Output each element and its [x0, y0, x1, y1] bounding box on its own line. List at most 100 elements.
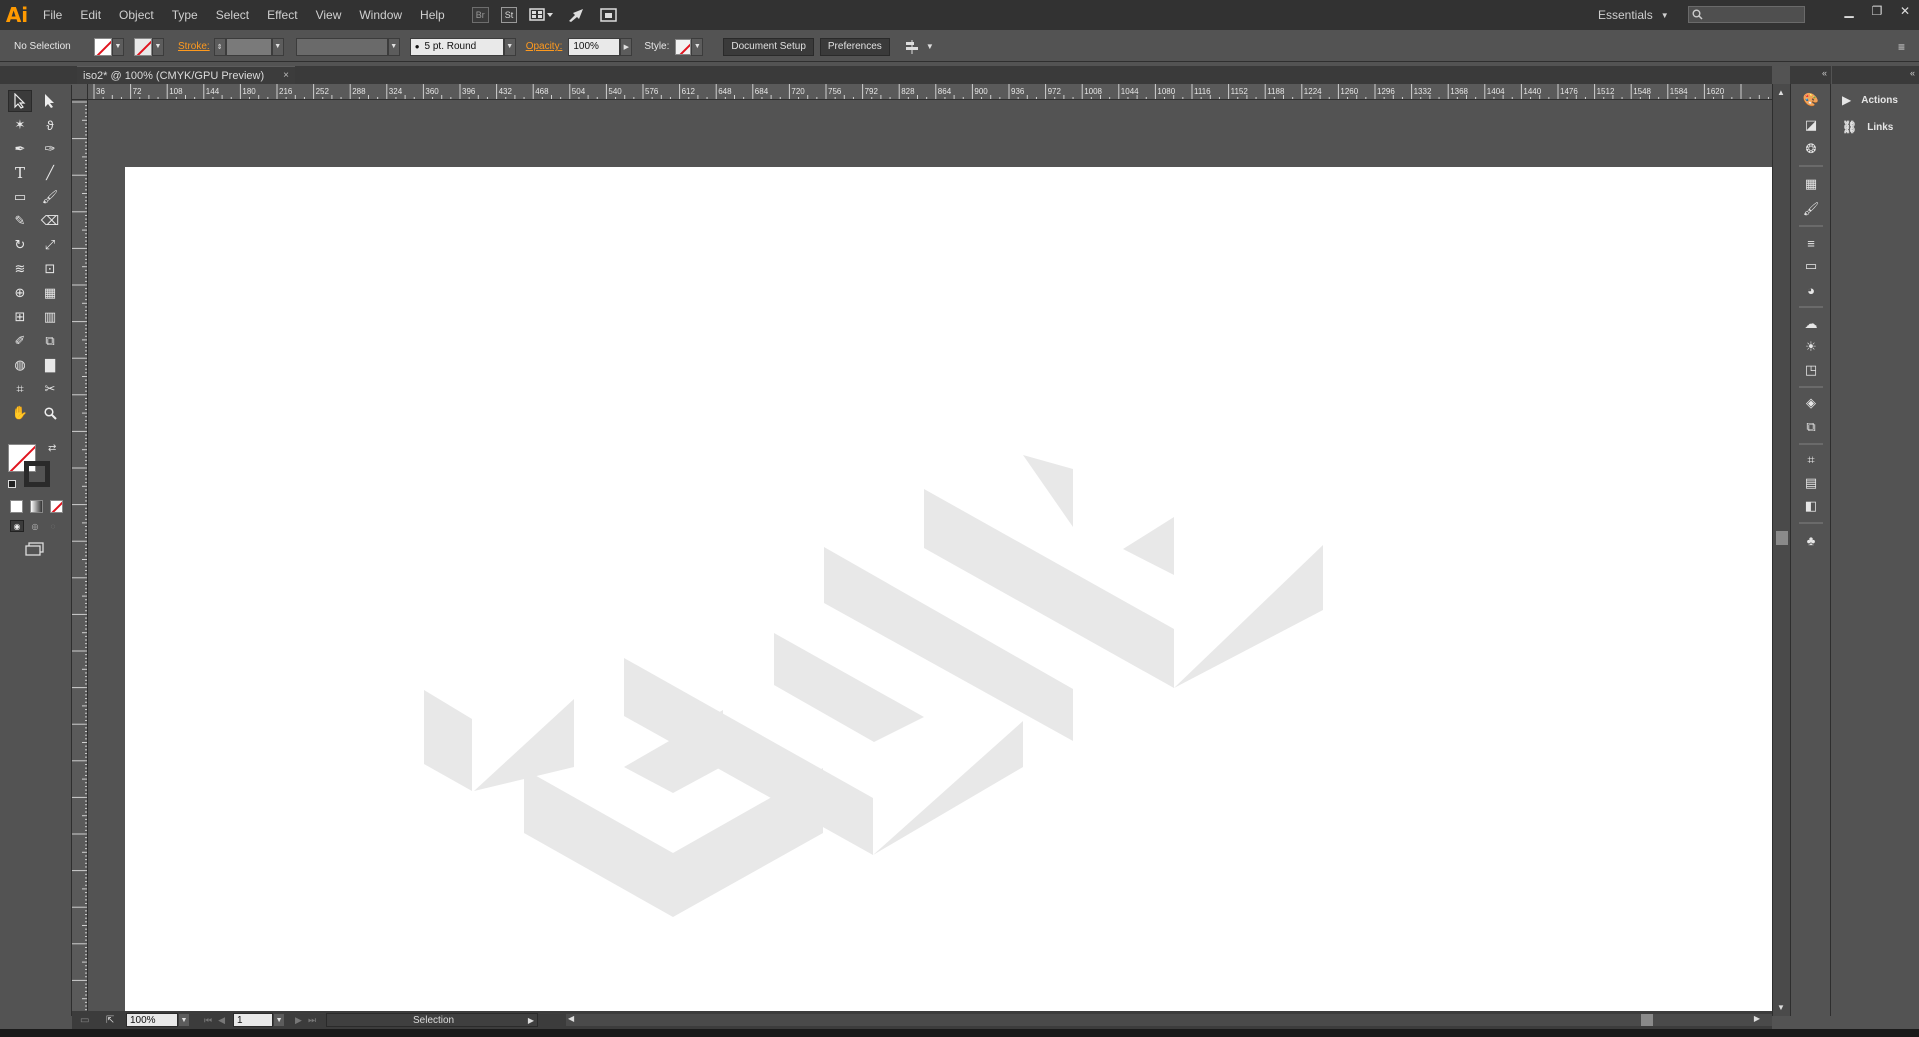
art-shape-center-wedge[interactable]: [873, 721, 1023, 855]
transform-panel-icon[interactable]: ⌗: [1801, 450, 1821, 470]
style-dropdown[interactable]: ▼: [691, 37, 704, 56]
horizontal-ruler[interactable]: 36 72 108 144 180 216 252 288 324 360 396 432 468 504…: [88, 84, 1772, 100]
art-shape-mid-bar[interactable]: [774, 633, 924, 742]
menu-help[interactable]: Help: [411, 0, 454, 30]
collapse-arrows-icon[interactable]: «: [1822, 68, 1827, 78]
draw-normal-icon[interactable]: ◉: [10, 520, 24, 532]
brush-dropdown[interactable]: ▼: [503, 37, 516, 56]
zoom-tool-icon[interactable]: [38, 402, 62, 424]
links-panel-button[interactable]: ⛓ Links: [1842, 117, 1893, 137]
expand-arrows-icon[interactable]: «: [1910, 68, 1915, 78]
menu-file[interactable]: File: [34, 0, 71, 30]
color-panel-icon[interactable]: 🎨: [1801, 90, 1821, 110]
isometric-artwork[interactable]: [125, 167, 1772, 1011]
eraser-tool-icon[interactable]: ⌫: [38, 210, 62, 232]
color-themes-panel-icon[interactable]: ❂: [1801, 139, 1821, 159]
color-guide-panel-icon[interactable]: ◪: [1801, 115, 1821, 135]
gradient-mode-icon[interactable]: [30, 500, 43, 513]
magic-wand-tool-icon[interactable]: ✶: [8, 114, 32, 136]
horizontal-scroll-thumb[interactable]: [1641, 1014, 1653, 1026]
scroll-right-arrow-icon[interactable]: ▶: [1754, 1014, 1760, 1023]
curvature-tool-icon[interactable]: ✑: [38, 138, 62, 160]
scale-tool-icon[interactable]: ⤢: [38, 234, 62, 256]
graphic-style-swatch[interactable]: [675, 38, 692, 55]
menu-effect[interactable]: Effect: [258, 0, 306, 30]
shape-builder-tool-icon[interactable]: ⊕: [8, 282, 32, 304]
stroke-panel-icon[interactable]: ≡: [1801, 233, 1821, 253]
art-shape-right-wedge[interactable]: [1174, 545, 1323, 688]
stroke-dropdown[interactable]: ▼: [152, 37, 164, 56]
draw-inside-icon[interactable]: ◌: [46, 520, 60, 532]
scroll-up-arrow-icon[interactable]: ▲: [1777, 88, 1785, 97]
stroke-weight-dropdown[interactable]: ▼: [271, 37, 284, 56]
first-artboard-icon[interactable]: ⏮: [204, 1015, 212, 1026]
fill-dropdown[interactable]: ▼: [112, 37, 124, 56]
align-panel-icon[interactable]: ▤: [1801, 473, 1821, 493]
selection-tool-icon[interactable]: [8, 90, 32, 112]
symbols-panel-icon[interactable]: ♣: [1801, 530, 1821, 550]
stock-button[interactable]: St: [500, 7, 518, 23]
swatches-panel-icon[interactable]: ▦: [1801, 174, 1821, 194]
none-mode-icon[interactable]: [50, 500, 63, 513]
mesh-tool-icon[interactable]: ⊞: [8, 306, 32, 328]
blend-tool-icon[interactable]: ⧉: [38, 330, 62, 352]
canvas-area[interactable]: [88, 100, 1772, 1011]
stroke-weight-field[interactable]: [225, 37, 272, 56]
brushes-panel-icon[interactable]: 🖌: [1801, 199, 1821, 219]
arrange-documents-icon[interactable]: [529, 7, 555, 23]
perspective-grid-tool-icon[interactable]: ▦: [38, 282, 62, 304]
status-menu-arrow-icon[interactable]: ▶: [528, 1016, 534, 1025]
open-in-window-icon[interactable]: ⇱: [106, 1015, 120, 1026]
slice-tool-icon[interactable]: ✂: [38, 378, 62, 400]
current-tool-status[interactable]: Selection ▶: [326, 1013, 539, 1027]
color-mode-icon[interactable]: [10, 500, 23, 513]
workspace-switcher[interactable]: Essentials ▼: [1598, 0, 1669, 30]
artboard-dropdown[interactable]: ▼: [273, 1013, 286, 1027]
document-tab[interactable]: iso2* @ 100% (CMYK/GPU Preview) ×: [77, 66, 295, 84]
last-artboard-icon[interactable]: ⏭: [308, 1015, 316, 1026]
lasso-tool-icon[interactable]: ϑ: [38, 114, 62, 136]
next-artboard-icon[interactable]: ▶: [295, 1015, 302, 1026]
rotate-tool-icon[interactable]: ↻: [8, 234, 32, 256]
pencil-tool-icon[interactable]: ✎: [8, 210, 32, 232]
variable-width-field[interactable]: [295, 37, 388, 56]
menu-select[interactable]: Select: [207, 0, 258, 30]
bridge-button[interactable]: Br: [471, 7, 489, 23]
artboard-tool-icon[interactable]: ⌗: [8, 378, 32, 400]
pen-tool-icon[interactable]: ✒: [8, 138, 32, 160]
layers-panel-icon[interactable]: ◈: [1801, 393, 1821, 413]
menu-window[interactable]: Window: [350, 0, 411, 30]
align-options-icon[interactable]: [904, 39, 920, 55]
type-tool-icon[interactable]: T: [8, 162, 32, 184]
vertical-scrollbar[interactable]: ▲ ▼: [1772, 84, 1790, 1016]
gpu-performance-icon[interactable]: [567, 7, 587, 23]
artboard-number-field[interactable]: 1: [233, 1013, 274, 1027]
close-icon[interactable]: ✕: [1891, 0, 1919, 22]
brush-definition[interactable]: ● 5 pt. Round: [409, 37, 504, 56]
art-shape-top-wedge-1[interactable]: [1023, 455, 1073, 527]
art-shape-left-block[interactable]: [424, 690, 472, 791]
eyedropper-tool-icon[interactable]: ✐: [8, 330, 32, 352]
scroll-down-arrow-icon[interactable]: ▼: [1777, 1003, 1785, 1012]
scroll-left-arrow-icon[interactable]: ◀: [568, 1014, 574, 1023]
close-tab-icon[interactable]: ×: [283, 70, 289, 81]
direct-selection-tool-icon[interactable]: [38, 90, 62, 112]
menu-object[interactable]: Object: [110, 0, 163, 30]
variable-width-dropdown[interactable]: ▼: [387, 37, 400, 56]
column-graph-tool-icon[interactable]: ▇: [38, 354, 62, 376]
sync-settings-icon[interactable]: [599, 7, 619, 23]
ruler-origin[interactable]: [72, 84, 88, 100]
graphic-styles-panel-icon[interactable]: ◳: [1801, 360, 1821, 380]
art-shape-top-wedge-2[interactable]: [1123, 517, 1174, 575]
stroke-weight-stepper[interactable]: ⇕: [213, 37, 226, 56]
search-input[interactable]: [1705, 7, 1800, 22]
vertical-scroll-thumb[interactable]: [1776, 531, 1788, 545]
gradient-panel-icon[interactable]: ▭: [1801, 256, 1821, 276]
zoom-dropdown[interactable]: ▼: [178, 1013, 190, 1027]
pathfinder-panel-icon[interactable]: ◧: [1801, 496, 1821, 516]
appearance-panel-icon[interactable]: ☀: [1801, 337, 1821, 357]
artboard[interactable]: [125, 167, 1772, 1011]
hand-tool-icon[interactable]: ✋: [8, 402, 32, 424]
paintbrush-tool-icon[interactable]: 🖌: [38, 186, 62, 208]
restore-icon[interactable]: ❐: [1863, 0, 1891, 22]
